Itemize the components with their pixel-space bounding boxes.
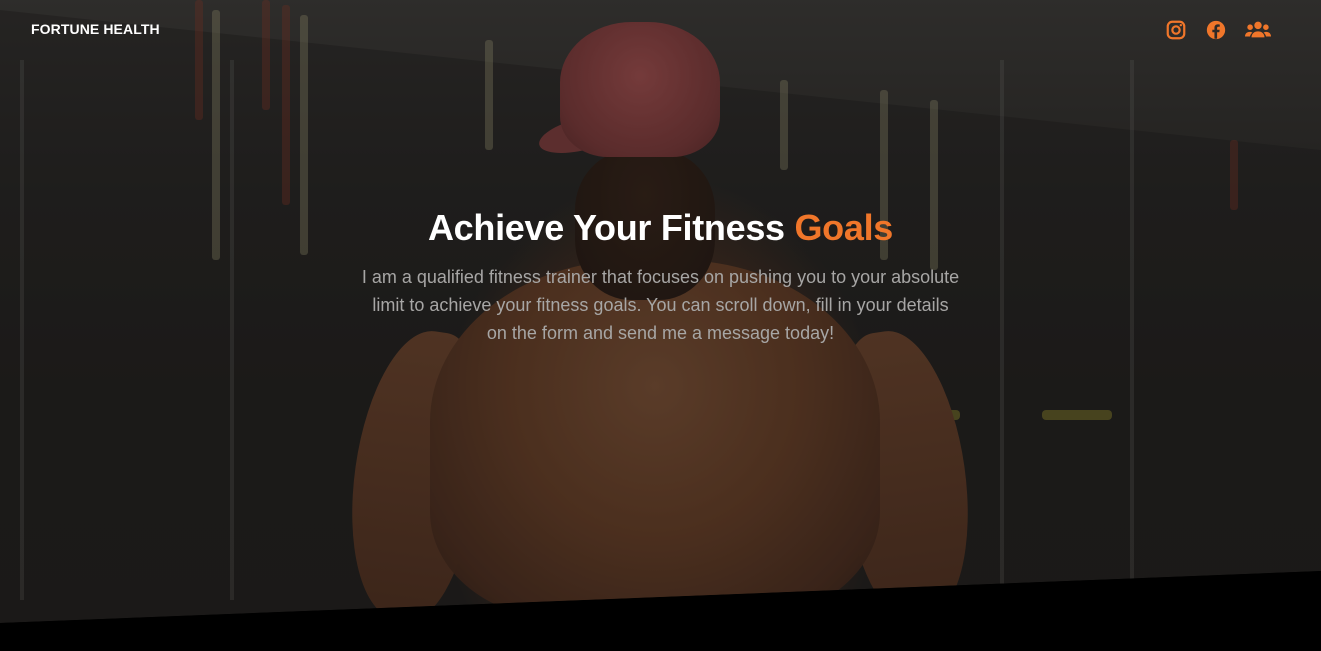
hero-title-accent: Goals bbox=[794, 207, 894, 248]
brand-logo-link[interactable]: FORTUNE HEALTH bbox=[31, 21, 160, 37]
facebook-link[interactable] bbox=[1205, 19, 1227, 41]
hero-description: I am a qualified fitness trainer that fo… bbox=[361, 267, 960, 343]
hero-section: FORTUNE HEALTH Achieve Your Fitness Goal… bbox=[0, 0, 1321, 651]
community-link[interactable] bbox=[1245, 19, 1271, 41]
hero-title: Achieve Your Fitness Goals bbox=[0, 205, 1321, 251]
hero-content: Achieve Your Fitness Goals I am a qualif… bbox=[0, 205, 1321, 347]
hero-title-main: Achieve Your Fitness bbox=[427, 207, 795, 248]
social-links bbox=[1165, 19, 1271, 41]
users-icon bbox=[1245, 21, 1271, 38]
instagram-link[interactable] bbox=[1165, 19, 1187, 41]
top-navigation: FORTUNE HEALTH bbox=[0, 0, 1321, 60]
instagram-icon bbox=[1166, 20, 1186, 40]
facebook-icon bbox=[1206, 20, 1226, 40]
